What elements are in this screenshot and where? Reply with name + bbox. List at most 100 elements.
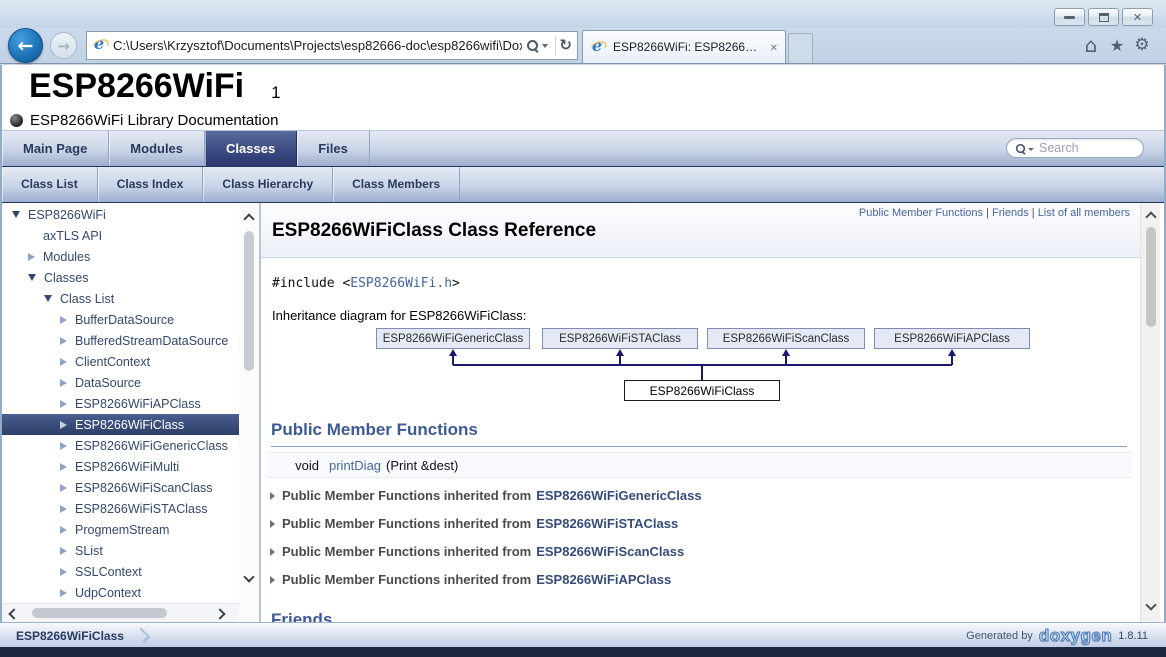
inherited-class-link[interactable]: ESP8266WiFiSTAClass xyxy=(536,516,678,531)
sidebar-item-clientcontext[interactable]: ClientContext xyxy=(2,351,239,372)
sidebar-vertical-scrollbar[interactable] xyxy=(239,203,259,622)
sidebar-item-datasource[interactable]: DataSource xyxy=(2,372,239,393)
scroll-up-icon[interactable] xyxy=(243,213,254,224)
favorites-icon[interactable] xyxy=(1106,34,1128,56)
sidebar-scroll-thumb[interactable] xyxy=(244,231,254,371)
back-button[interactable] xyxy=(8,28,43,63)
expand-triangle-icon[interactable] xyxy=(270,520,275,528)
tab-main-page[interactable]: Main Page xyxy=(2,131,109,166)
subtab-class-members[interactable]: Class Members xyxy=(333,167,460,202)
subtab-class-hierarchy[interactable]: Class Hierarchy xyxy=(203,167,333,202)
maximize-button[interactable] xyxy=(1088,8,1119,26)
sidebar-item-bufferdatasource[interactable]: BufferDataSource xyxy=(2,309,239,330)
sidebar-item-esp8266wifistaclass[interactable]: ESP8266WiFiSTAClass xyxy=(2,498,239,519)
address-dropdown-icon[interactable] xyxy=(542,44,548,48)
minimize-button[interactable] xyxy=(1054,8,1085,26)
inherited-section-esp8266wifiapclass[interactable]: Public Member Functions inherited fromES… xyxy=(270,571,671,588)
sidebar-horizontal-scrollbar[interactable] xyxy=(2,603,239,622)
tree-right-triangle-icon[interactable] xyxy=(60,547,67,555)
window-titlebar xyxy=(0,0,1166,28)
content-scroll-up-icon[interactable] xyxy=(1145,211,1156,222)
tab-files[interactable]: Files xyxy=(297,131,370,166)
tree-right-triangle-icon[interactable] xyxy=(60,589,67,597)
tree-right-triangle-icon[interactable] xyxy=(60,421,67,429)
expand-triangle-icon[interactable] xyxy=(270,576,275,584)
inherited-section-esp8266wifigenericclass[interactable]: Public Member Functions inherited fromES… xyxy=(270,487,702,504)
inherited-class-link[interactable]: ESP8266WiFiAPClass xyxy=(536,572,671,587)
forward-button[interactable] xyxy=(50,32,77,59)
expand-triangle-icon[interactable] xyxy=(270,548,275,556)
expand-triangle-icon[interactable] xyxy=(270,492,275,500)
diagram-box-esp8266wifigenericclass[interactable]: ESP8266WiFiGenericClass xyxy=(376,328,530,349)
sidebar-item-axtls-api[interactable]: axTLS API xyxy=(2,225,239,246)
sidebar-hscroll-thumb[interactable] xyxy=(32,608,167,618)
search-box[interactable] xyxy=(1006,138,1144,158)
sidebar-item-class-list[interactable]: Class List xyxy=(2,288,239,309)
sidebar-item-esp8266wificlass[interactable]: ESP8266WiFiClass xyxy=(2,414,239,435)
inherited-class-link[interactable]: ESP8266WiFiScanClass xyxy=(536,544,684,559)
tree-right-triangle-icon[interactable] xyxy=(28,253,35,261)
sidebar-item-bufferedstreamdatasource[interactable]: BufferedStreamDataSource xyxy=(2,330,239,351)
content-scroll-down-icon[interactable] xyxy=(1145,599,1156,610)
breadcrumb[interactable]: ESP8266WiFiClass xyxy=(16,623,147,648)
summary-link-friends[interactable]: Friends xyxy=(992,207,1029,219)
summary-link-list-of-all-members[interactable]: List of all members xyxy=(1038,207,1130,219)
member-name-link[interactable]: printDiag xyxy=(329,458,381,473)
sidebar-item-slist[interactable]: SList xyxy=(2,540,239,561)
refresh-icon[interactable] xyxy=(559,36,572,55)
tree-right-triangle-icon[interactable] xyxy=(60,400,67,408)
content-vertical-scrollbar[interactable] xyxy=(1140,203,1160,622)
tree-right-triangle-icon[interactable] xyxy=(60,442,67,450)
browser-tab[interactable]: ESP8266WiFi: ESP8266WiFi... xyxy=(582,30,786,63)
sidebar-item-progmemstream[interactable]: ProgmemStream xyxy=(2,519,239,540)
tree-down-triangle-icon[interactable] xyxy=(44,295,52,302)
tree-down-triangle-icon[interactable] xyxy=(12,211,20,218)
sidebar-item-sslcontext[interactable]: SSLContext xyxy=(2,561,239,582)
subtab-class-index[interactable]: Class Index xyxy=(98,167,204,202)
search-input[interactable] xyxy=(1037,140,1136,156)
diagram-box-esp8266wifiscanclass[interactable]: ESP8266WiFiScanClass xyxy=(707,328,865,349)
address-input[interactable] xyxy=(109,38,526,53)
subtab-class-list[interactable]: Class List xyxy=(2,167,98,202)
diagram-box-esp8266wifiapclass[interactable]: ESP8266WiFiAPClass xyxy=(874,328,1030,349)
tree-right-triangle-icon[interactable] xyxy=(60,505,67,513)
sidebar-item-udpcontext[interactable]: UdpContext xyxy=(2,582,239,603)
scroll-right-icon[interactable] xyxy=(214,608,225,619)
sidebar-item-modules[interactable]: Modules xyxy=(2,246,239,267)
scroll-left-icon[interactable] xyxy=(8,608,19,619)
tree-right-triangle-icon[interactable] xyxy=(60,484,67,492)
scroll-down-icon[interactable] xyxy=(243,571,254,582)
tree-right-triangle-icon[interactable] xyxy=(60,568,67,576)
sidebar-item-esp8266wifigenericclass[interactable]: ESP8266WiFiGenericClass xyxy=(2,435,239,456)
doxygen-logo[interactable]: doxygen xyxy=(1039,626,1112,646)
tree-right-triangle-icon[interactable] xyxy=(60,316,67,324)
inherited-section-esp8266wifistaclass[interactable]: Public Member Functions inherited fromES… xyxy=(270,515,678,532)
summary-link-public-member-functions[interactable]: Public Member Functions xyxy=(859,207,983,219)
sidebar-item-classes[interactable]: Classes xyxy=(2,267,239,288)
content-scroll-thumb[interactable] xyxy=(1146,227,1156,327)
include-file-link[interactable]: ESP8266WiFi.h xyxy=(350,276,452,291)
sidebar-item-esp8266wifiscanclass[interactable]: ESP8266WiFiScanClass xyxy=(2,477,239,498)
tree-right-triangle-icon[interactable] xyxy=(60,526,67,534)
inherited-section-esp8266wifiscanclass[interactable]: Public Member Functions inherited fromES… xyxy=(270,543,684,560)
tab-close-icon[interactable] xyxy=(770,38,778,56)
tab-modules[interactable]: Modules xyxy=(109,131,205,166)
tree-right-triangle-icon[interactable] xyxy=(60,358,67,366)
home-icon[interactable] xyxy=(1080,34,1102,56)
address-bar[interactable] xyxy=(86,31,578,60)
sidebar-item-esp8266wifimulti[interactable]: ESP8266WiFiMulti xyxy=(2,456,239,477)
tab-classes[interactable]: Classes xyxy=(205,131,297,166)
tree-right-triangle-icon[interactable] xyxy=(60,337,67,345)
sidebar-item-esp8266wifi[interactable]: ESP8266WiFi xyxy=(2,204,239,225)
tree-right-triangle-icon[interactable] xyxy=(60,463,67,471)
diagram-box-esp8266wifistaclass[interactable]: ESP8266WiFiSTAClass xyxy=(542,328,698,349)
settings-icon[interactable] xyxy=(1131,34,1153,56)
new-tab-button[interactable] xyxy=(788,33,813,63)
inherited-class-link[interactable]: ESP8266WiFiGenericClass xyxy=(536,488,701,503)
search-box-dropdown-icon[interactable] xyxy=(1028,148,1034,151)
close-button[interactable] xyxy=(1122,8,1153,26)
tree-down-triangle-icon[interactable] xyxy=(28,274,36,281)
search-icon[interactable] xyxy=(526,39,539,52)
tree-right-triangle-icon[interactable] xyxy=(60,379,67,387)
sidebar-item-esp8266wifiapclass[interactable]: ESP8266WiFiAPClass xyxy=(2,393,239,414)
